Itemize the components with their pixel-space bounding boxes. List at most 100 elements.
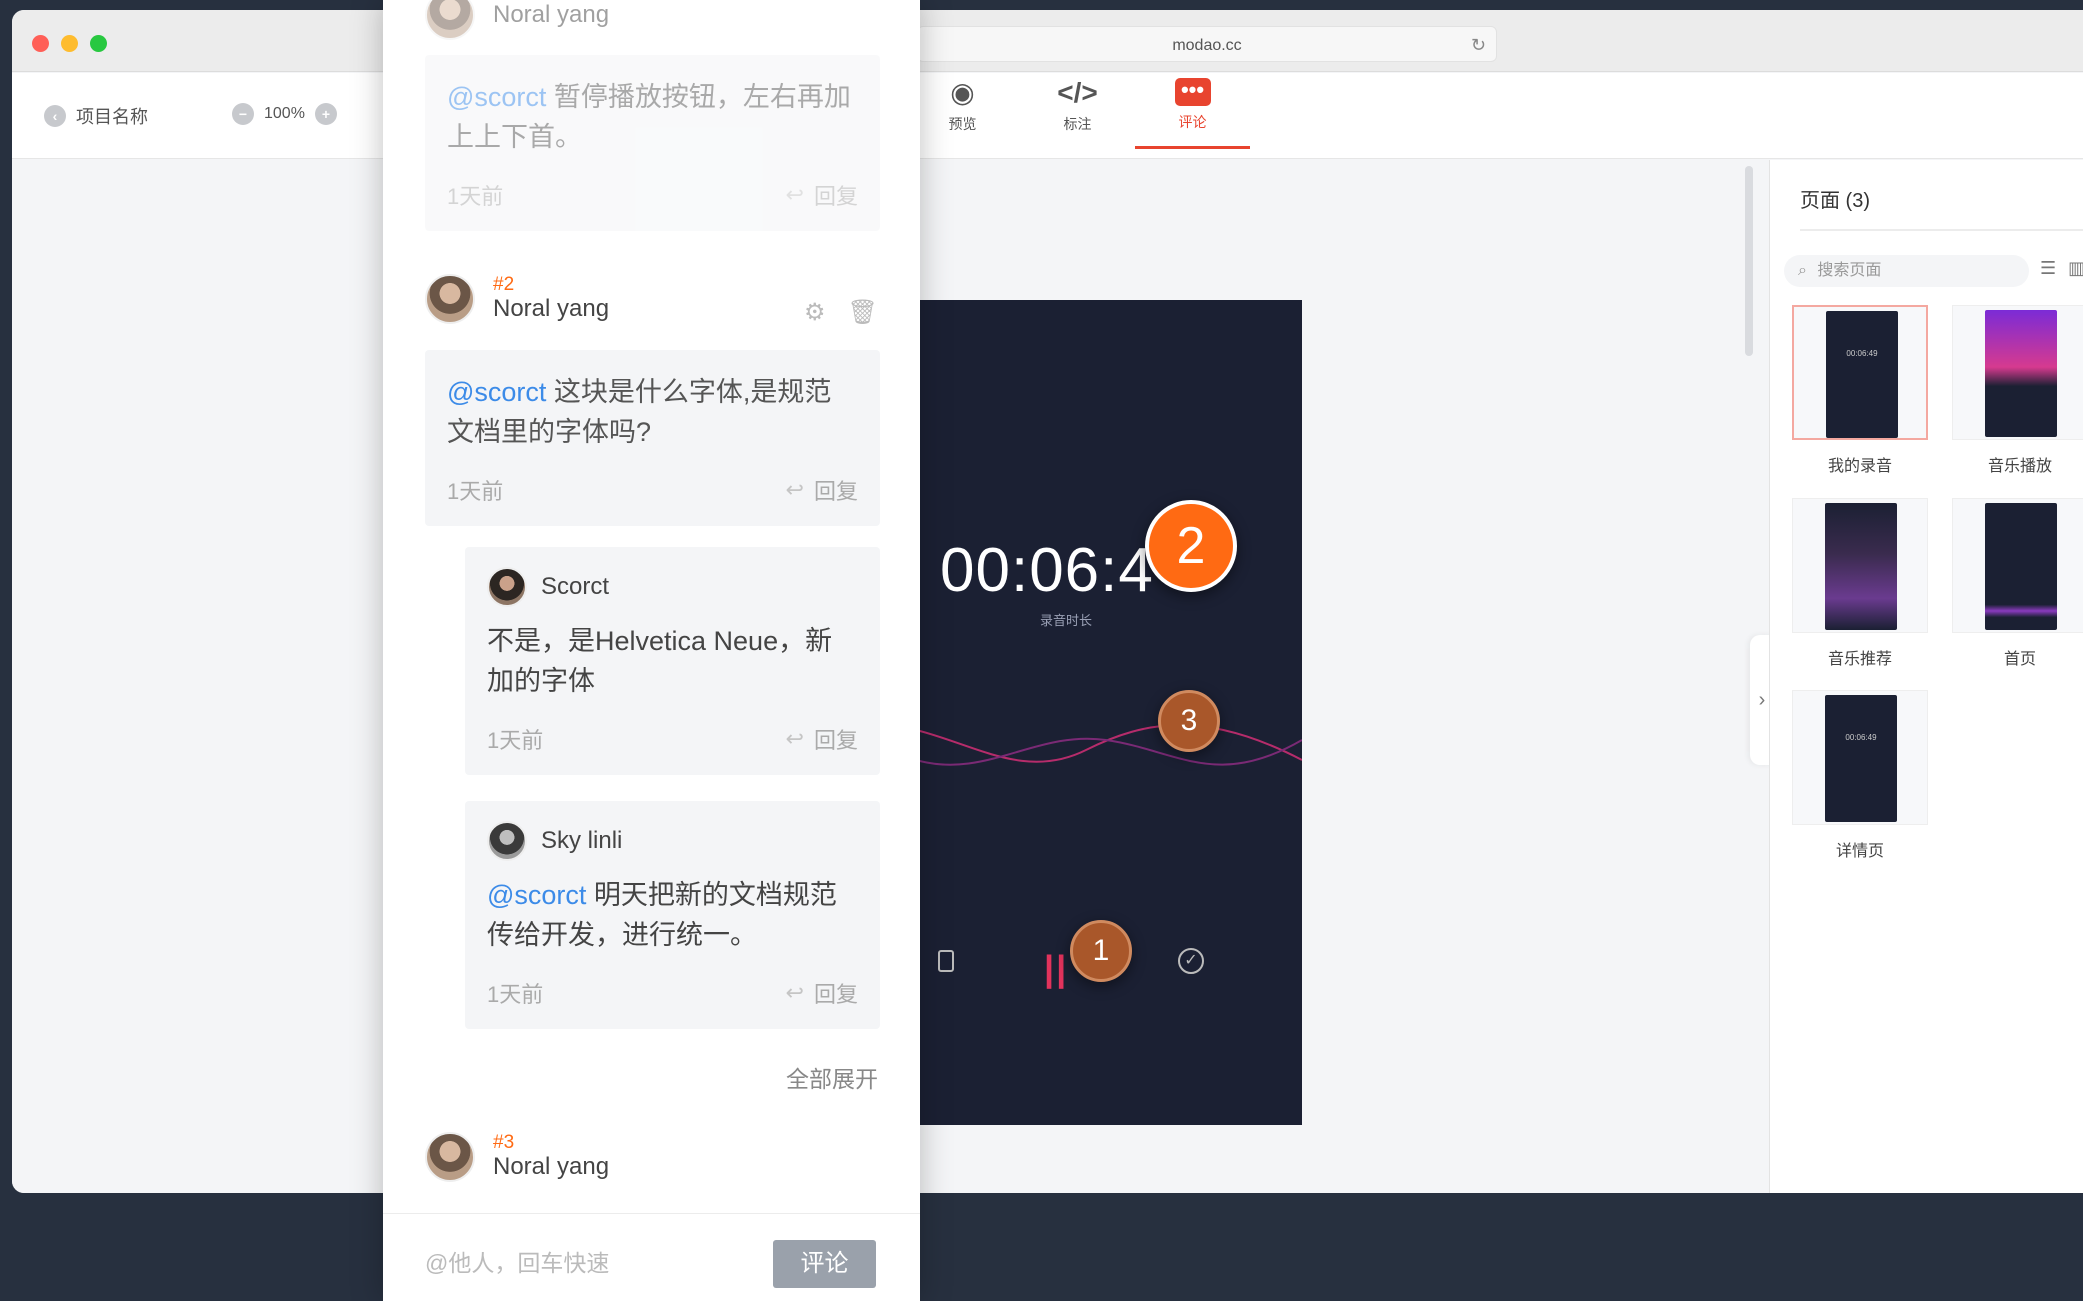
reply-footer: 1天前 ↩ 回复 bbox=[487, 723, 858, 775]
reply-bubble: Sky linli @scorct 明天把新的文档规范传给开发，进行统一。 1天… bbox=[465, 801, 880, 1029]
project-nav[interactable]: ‹ 项目名称 bbox=[44, 103, 148, 129]
check-icon[interactable]: ✓ bbox=[1178, 948, 1204, 974]
comment-header: #2 Noral yang bbox=[425, 274, 609, 324]
comment-footer: 1天前 ↩ 回复 bbox=[447, 179, 858, 231]
page-label: 详情页 bbox=[1835, 843, 1884, 860]
tab-comments[interactable]: ••• 评论 bbox=[1135, 63, 1250, 149]
avatar bbox=[425, 274, 475, 324]
comment-header: #3 Noral yang bbox=[425, 1132, 609, 1182]
url-bar[interactable]: modao.cc ↻ bbox=[917, 26, 1497, 62]
thumb-frame bbox=[1952, 498, 2083, 633]
reply-label: 回复 bbox=[813, 982, 858, 1007]
avatar bbox=[425, 0, 475, 40]
page-label: 我的录音 bbox=[1827, 458, 1892, 475]
search-icon: ⌕ bbox=[1798, 262, 1807, 279]
thumb-screen: 00:06:49 bbox=[1826, 311, 1898, 438]
reply-button[interactable]: ↩ 回复 bbox=[786, 977, 858, 1009]
reply-header: Scorct bbox=[487, 567, 858, 607]
zoom-level: 100% bbox=[264, 105, 305, 122]
thumb-frame: 00:06:49 bbox=[1792, 305, 1928, 440]
comment-pin-2[interactable]: 2 bbox=[1145, 500, 1237, 592]
reply-time: 1天前 bbox=[487, 728, 544, 753]
zoom-in-icon[interactable]: + bbox=[314, 103, 337, 125]
thumb-screen bbox=[1985, 310, 2057, 437]
comment-number: #2 bbox=[493, 274, 515, 295]
artboard-screen[interactable]: 00:06:4 录音时长 | | ✓ bbox=[916, 300, 1302, 1125]
trash-icon[interactable]: 🗑 bbox=[848, 298, 878, 327]
comment-actions: ⚙ 🗑 bbox=[804, 298, 878, 327]
zoom-control: − 100% + bbox=[232, 103, 337, 125]
comment-bubble: @scorct 这块是什么字体,是规范文档里的字体吗? 1天前 ↩ 回复 bbox=[425, 350, 880, 526]
page-thumb-1[interactable]: 音乐播放 bbox=[1952, 305, 2083, 476]
page-search-input[interactable]: ⌕ 搜索页面 bbox=[1784, 255, 2029, 287]
pages-title: 页面 (3) bbox=[1800, 190, 1870, 212]
grid-view-icon[interactable]: ▥ bbox=[2068, 258, 2083, 279]
comment-input-area: @他人，回车快速 评论 bbox=[383, 1213, 920, 1301]
reply-label: 回复 bbox=[813, 479, 858, 504]
reply-icon: ↩ bbox=[785, 182, 804, 207]
reply-button[interactable]: ↩ 回复 bbox=[786, 723, 858, 755]
expand-all-link[interactable]: 全部展开 bbox=[786, 1060, 878, 1094]
thumb-screen bbox=[1985, 503, 2057, 630]
submit-comment-button[interactable]: 评论 bbox=[773, 1240, 876, 1288]
back-icon[interactable]: ‹ bbox=[44, 105, 66, 127]
reply-icon: ↩ bbox=[785, 477, 804, 502]
waveform bbox=[916, 724, 1302, 766]
view-toggle: ☰ ▥ bbox=[2040, 258, 2083, 279]
close-window-button[interactable] bbox=[32, 35, 49, 52]
reply-button[interactable]: ↩ 回复 bbox=[786, 179, 858, 211]
comment-time: 1天前 bbox=[447, 479, 504, 504]
tab-label: 标注 bbox=[1063, 116, 1092, 132]
tab-preview[interactable]: ◉ 预览 bbox=[905, 63, 1020, 149]
pause-icon[interactable]: | | bbox=[1044, 948, 1066, 990]
thumb-mini-text: 00:06:49 bbox=[1845, 733, 1877, 742]
page-label: 音乐播放 bbox=[1987, 458, 2052, 475]
comment-author: Noral yang bbox=[493, 295, 610, 322]
reply-header: Sky linli bbox=[487, 821, 858, 861]
reply-author: Sky linli bbox=[541, 827, 623, 854]
comment-time: 1天前 bbox=[447, 184, 504, 209]
page-thumb-0[interactable]: 00:06:49 我的录音 bbox=[1792, 305, 1928, 476]
comment-author: Noral yang bbox=[493, 1, 610, 28]
comment-pin-1[interactable]: 1 bbox=[1070, 920, 1132, 982]
page-label: 音乐推荐 bbox=[1827, 651, 1892, 668]
timer-caption: 录音时长 bbox=[1040, 613, 1093, 628]
pages-divider bbox=[1800, 229, 2083, 231]
comment-text: @scorct 暂停播放按钮，左右再加上上下首。 bbox=[447, 77, 858, 157]
maximize-window-button[interactable] bbox=[90, 35, 107, 52]
reply-icon: ↩ bbox=[785, 980, 804, 1005]
gear-icon[interactable]: ⚙ bbox=[804, 298, 826, 327]
mention-link[interactable]: @scorct bbox=[447, 377, 546, 407]
url-text: modao.cc bbox=[1172, 37, 1242, 54]
reload-icon[interactable]: ↻ bbox=[1471, 35, 1486, 56]
tab-label: 预览 bbox=[948, 116, 977, 132]
page-thumb-4[interactable]: 00:06:49 详情页 bbox=[1792, 690, 1928, 861]
canvas-scrollbar[interactable] bbox=[1745, 166, 1753, 356]
comment-icon: ••• bbox=[1174, 77, 1211, 106]
minimize-window-button[interactable] bbox=[61, 35, 78, 52]
avatar bbox=[487, 821, 527, 861]
tab-annotate[interactable]: </> 标注 bbox=[1020, 63, 1135, 149]
reply-label: 回复 bbox=[813, 184, 858, 209]
comment-pin-3[interactable]: 3 bbox=[1158, 690, 1220, 752]
zoom-out-icon[interactable]: − bbox=[232, 103, 254, 125]
code-icon: </> bbox=[1057, 77, 1098, 108]
reply-footer: 1天前 ↩ 回复 bbox=[487, 977, 858, 1029]
mention-link[interactable]: @scorct bbox=[487, 880, 586, 910]
comment-footer: 1天前 ↩ 回复 bbox=[447, 474, 858, 526]
mention-link[interactable]: @scorct bbox=[447, 82, 546, 112]
page-thumb-2[interactable]: 音乐推荐 bbox=[1792, 498, 1928, 669]
reply-author: Scorct bbox=[541, 573, 610, 600]
tab-label: 评论 bbox=[1178, 113, 1207, 130]
page-label: 首页 bbox=[2003, 651, 2036, 668]
thumb-screen bbox=[1825, 503, 1897, 630]
list-view-icon[interactable]: ☰ bbox=[2040, 258, 2056, 279]
comment-input[interactable]: @他人，回车快速 bbox=[425, 1244, 609, 1278]
comment-meta: #2 Noral yang bbox=[493, 275, 609, 323]
delete-icon[interactable] bbox=[938, 950, 954, 972]
avatar bbox=[487, 567, 527, 607]
page-thumb-3[interactable]: 首页 bbox=[1952, 498, 2083, 669]
reply-button[interactable]: ↩ 回复 bbox=[786, 474, 858, 506]
comment-author: Noral yang bbox=[493, 1153, 610, 1180]
comment-header: Noral yang bbox=[425, 0, 609, 40]
